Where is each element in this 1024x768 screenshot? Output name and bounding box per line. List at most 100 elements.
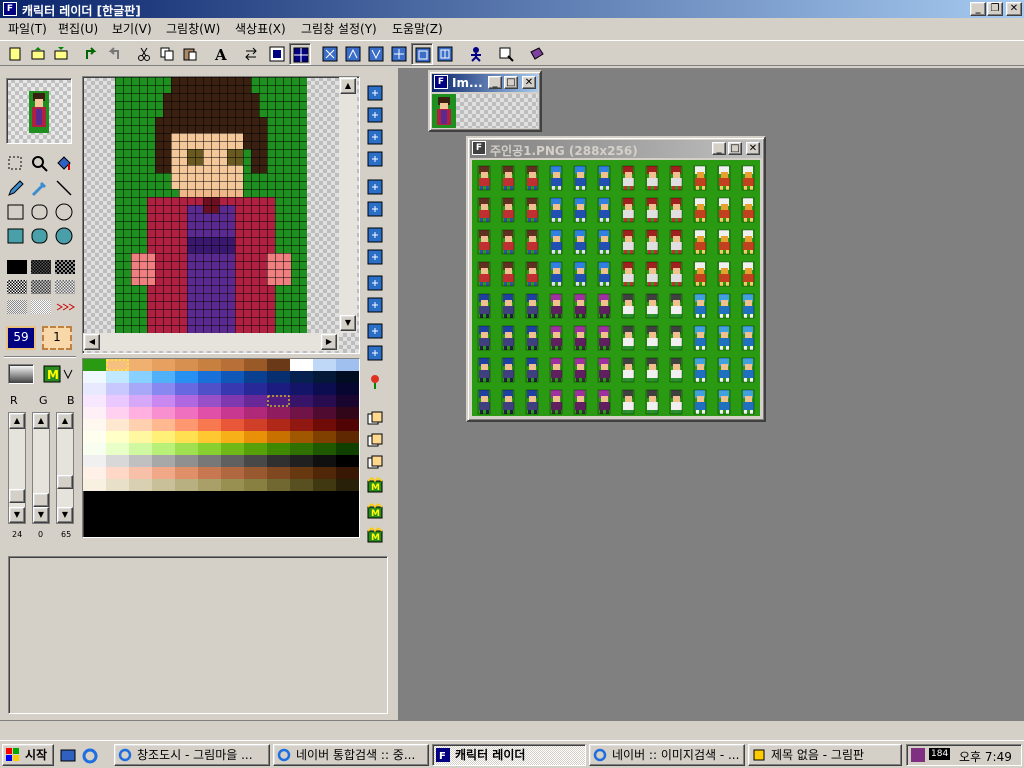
palette-swatch[interactable] xyxy=(106,395,129,407)
palette-swatch[interactable] xyxy=(152,467,175,479)
palette-swatch[interactable] xyxy=(244,467,267,479)
palette-swatch[interactable] xyxy=(336,395,359,407)
palette-swatch[interactable] xyxy=(152,383,175,395)
palette-swatch[interactable] xyxy=(106,479,129,491)
palette-swatch[interactable] xyxy=(175,383,198,395)
menu-edit[interactable]: 편집(U) xyxy=(56,20,100,37)
layers-button[interactable] xyxy=(366,454,388,476)
palette-swatch[interactable] xyxy=(244,479,267,491)
cut-button[interactable] xyxy=(133,43,155,65)
palette-swatch[interactable] xyxy=(221,479,244,491)
palette-swatch[interactable] xyxy=(244,395,267,407)
palette-swatch[interactable] xyxy=(221,419,244,431)
mirror-a-button[interactable] xyxy=(366,274,388,296)
palette-swatch[interactable] xyxy=(198,467,221,479)
task-item-2[interactable]: 네이버 통합검색 :: 중... xyxy=(273,744,429,766)
horizontal-scrollbar[interactable]: ◀ ▶ xyxy=(83,333,339,351)
brush-pattern-5[interactable] xyxy=(55,280,75,294)
r-up-arrow-icon[interactable]: ▲ xyxy=(9,413,25,429)
g-slider[interactable]: ▲ ▼ xyxy=(32,412,50,524)
palette-swatch[interactable] xyxy=(267,371,290,383)
palette-menu-button[interactable]: M xyxy=(42,364,76,384)
palette-swatch[interactable] xyxy=(129,455,152,467)
palette-swatch[interactable] xyxy=(83,455,106,467)
filled-rect-tool[interactable] xyxy=(6,226,28,248)
menu-window[interactable]: 그림창(W) xyxy=(164,20,222,37)
text-button[interactable]: A xyxy=(210,43,232,65)
menu-palette[interactable]: 색상표(X) xyxy=(233,20,288,37)
filled-rounded-tool[interactable] xyxy=(30,226,52,248)
palette-swatch[interactable] xyxy=(267,359,290,371)
b-up-arrow-icon[interactable]: ▲ xyxy=(57,413,73,429)
move-up-button[interactable] xyxy=(366,84,388,106)
palette-swatch[interactable] xyxy=(129,407,152,419)
palette-swatch[interactable] xyxy=(267,431,290,443)
brush-pattern-3[interactable] xyxy=(7,280,27,294)
line-tool[interactable] xyxy=(54,178,76,200)
palette-swatch[interactable] xyxy=(129,479,152,491)
palette-swatch[interactable] xyxy=(175,479,198,491)
shift-b-button[interactable] xyxy=(366,200,388,222)
palette-swatch[interactable] xyxy=(198,419,221,431)
palette-swatch[interactable] xyxy=(290,371,313,383)
palette-swatch[interactable] xyxy=(129,443,152,455)
ie-quicklaunch-icon[interactable] xyxy=(82,748,98,764)
start-button[interactable]: 시작 xyxy=(2,744,54,766)
swap-button[interactable] xyxy=(240,43,262,65)
palette-swatch[interactable] xyxy=(175,419,198,431)
palette-swatch[interactable] xyxy=(175,443,198,455)
r-down-arrow-icon[interactable]: ▼ xyxy=(9,507,25,523)
palette-swatch[interactable] xyxy=(244,371,267,383)
flip4-button[interactable] xyxy=(388,43,410,65)
brush-pattern-4[interactable] xyxy=(31,280,51,294)
brush-pattern-6[interactable] xyxy=(7,300,27,314)
palette-swatch[interactable] xyxy=(336,359,359,371)
palette-swatch[interactable] xyxy=(106,419,129,431)
king-m-button[interactable]: M xyxy=(366,476,388,498)
palette-swatch[interactable] xyxy=(221,359,244,371)
palette-swatch[interactable] xyxy=(175,371,198,383)
palette-swatch[interactable] xyxy=(83,359,106,371)
flip1-button[interactable] xyxy=(319,43,341,65)
task-item-4[interactable]: 네이버 :: 이미지검색 - ... xyxy=(589,744,745,766)
rotate-a-button[interactable] xyxy=(366,226,388,248)
select-tool[interactable] xyxy=(6,154,28,176)
palette-swatch[interactable] xyxy=(175,395,198,407)
thumb-close-icon[interactable]: ✕ xyxy=(522,76,536,89)
flower-button[interactable] xyxy=(366,372,388,394)
move-down-button[interactable] xyxy=(366,128,388,150)
task-item-5[interactable]: 제목 없음 - 그림판 xyxy=(748,744,902,766)
palette-swatch[interactable] xyxy=(129,383,152,395)
menu-window-settings[interactable]: 그림창 설정(Y) xyxy=(299,20,379,37)
flip6-button[interactable] xyxy=(434,43,456,65)
pixel-canvas[interactable] xyxy=(115,77,307,333)
desktop-quicklaunch-icon[interactable] xyxy=(60,748,76,764)
brush-solid[interactable] xyxy=(7,260,27,274)
arrow-pattern-icon[interactable] xyxy=(55,300,75,314)
flip2-button[interactable] xyxy=(342,43,364,65)
b-thumb[interactable] xyxy=(57,475,73,489)
open-button[interactable] xyxy=(27,43,49,65)
spritesheet-window[interactable]: F 주인공1.PNG (288x256) _ □ ✕ xyxy=(466,136,766,422)
character-button[interactable] xyxy=(465,43,487,65)
expand-a-button[interactable] xyxy=(366,322,388,344)
palette-swatch[interactable] xyxy=(198,371,221,383)
palette-swatch[interactable] xyxy=(336,371,359,383)
palette-swatch[interactable] xyxy=(152,419,175,431)
palette-swatch[interactable] xyxy=(106,467,129,479)
palette-swatch[interactable] xyxy=(290,455,313,467)
palette-swatch[interactable] xyxy=(198,383,221,395)
vertical-scrollbar[interactable]: ▲ ▼ xyxy=(339,77,357,333)
palette-swatch[interactable] xyxy=(313,419,336,431)
palette-swatch[interactable] xyxy=(221,383,244,395)
palette-swatch[interactable] xyxy=(336,479,359,491)
palette-swatch[interactable] xyxy=(290,359,313,371)
palette-swatch[interactable] xyxy=(152,359,175,371)
g-up-arrow-icon[interactable]: ▲ xyxy=(33,413,49,429)
r-slider[interactable]: ▲ ▼ xyxy=(8,412,26,524)
palette-swatch[interactable] xyxy=(244,443,267,455)
sprite-minimize-icon[interactable]: _ xyxy=(712,142,726,155)
palette-swatch[interactable] xyxy=(152,407,175,419)
palette-swatch[interactable] xyxy=(129,395,152,407)
palette-swatch[interactable] xyxy=(267,455,290,467)
